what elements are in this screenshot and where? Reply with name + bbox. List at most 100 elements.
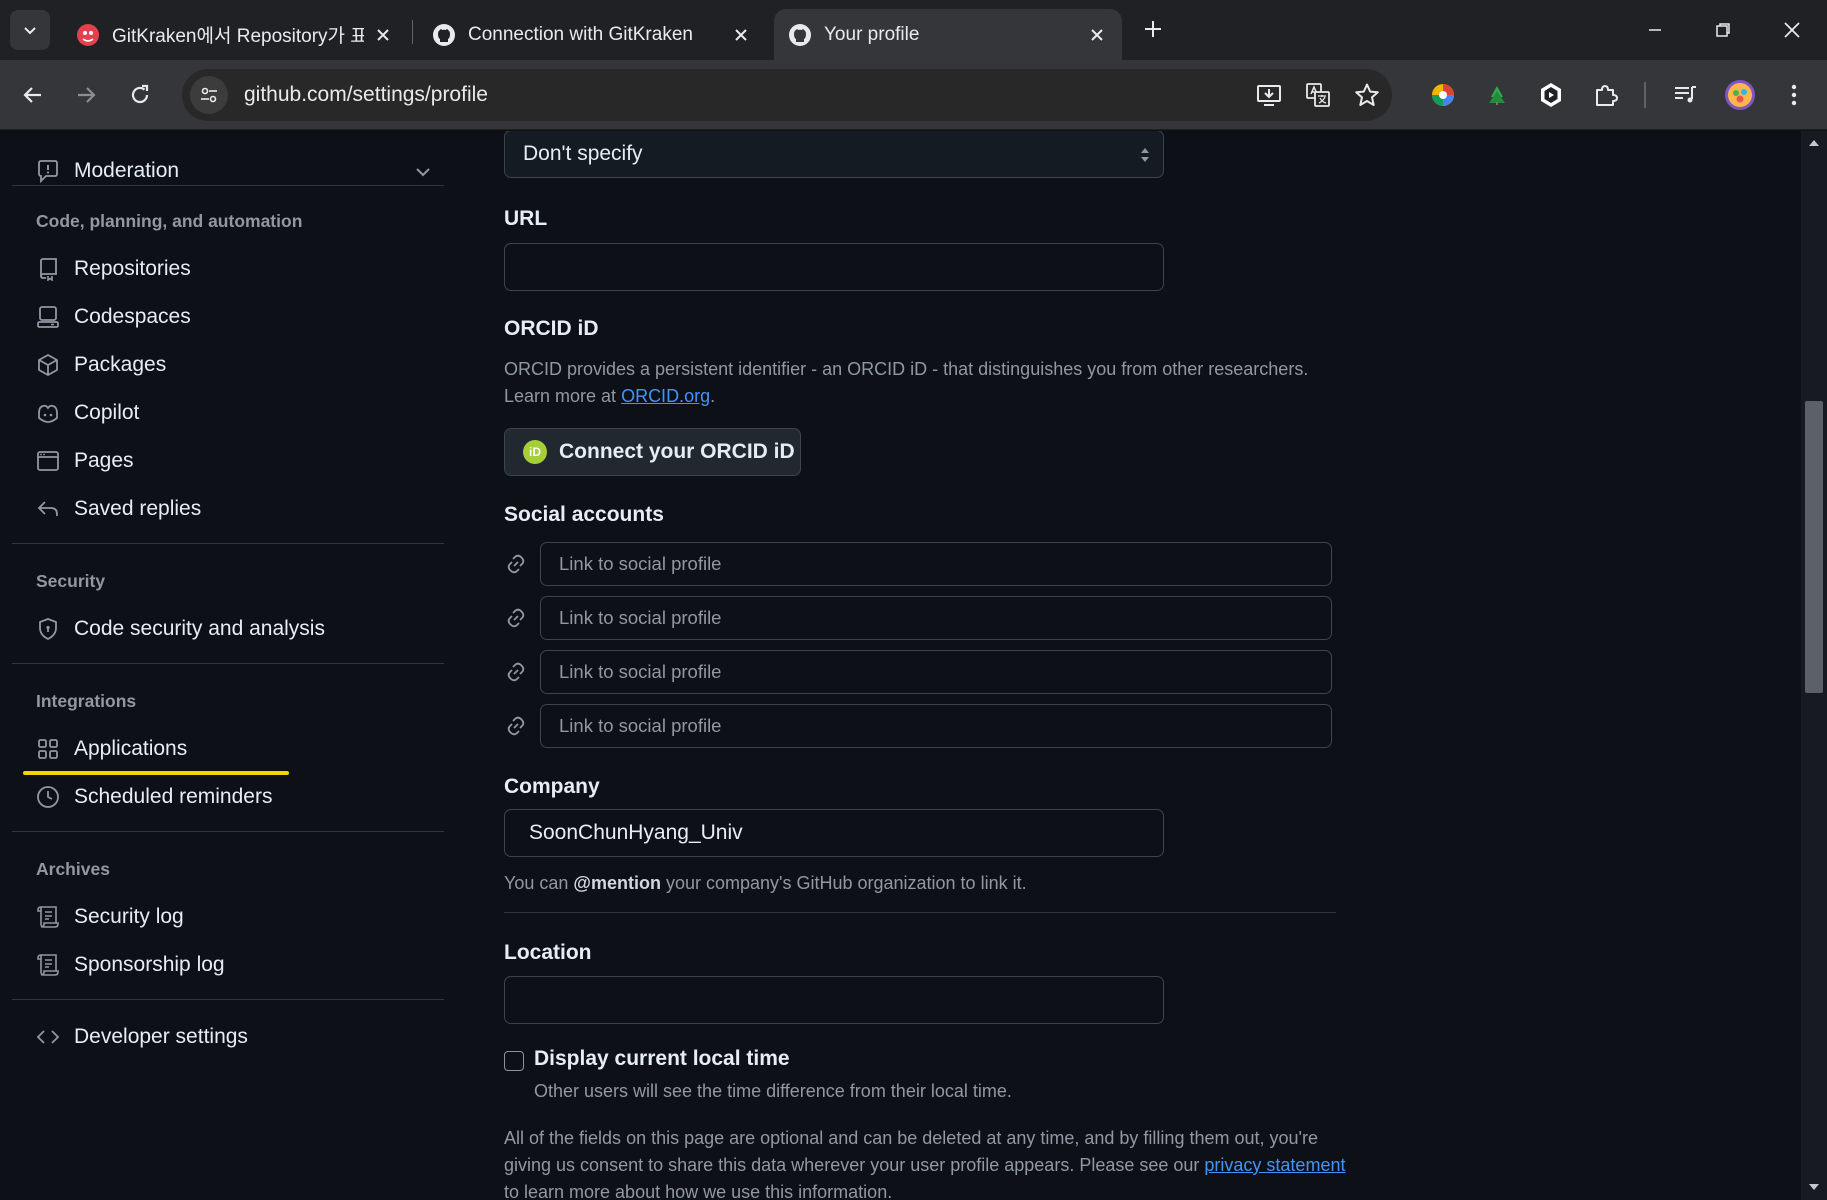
sidebar-item-saved-replies[interactable]: Saved replies bbox=[36, 489, 201, 529]
social-profile-input[interactable]: Link to social profile bbox=[540, 704, 1332, 748]
location-input[interactable] bbox=[504, 976, 1164, 1024]
connect-orcid-button[interactable]: iD Connect your ORCID iD bbox=[504, 428, 801, 476]
url-input[interactable] bbox=[504, 243, 1164, 291]
back-button[interactable] bbox=[13, 75, 53, 115]
tree-icon bbox=[1489, 86, 1505, 105]
section-heading-code: Code, planning, and automation bbox=[36, 211, 303, 231]
footer-line: to learn more about how we use this info… bbox=[504, 1182, 893, 1200]
gitkraken-favicon-icon bbox=[77, 23, 99, 46]
translate-button[interactable] bbox=[1301, 78, 1335, 112]
apps-grid-icon bbox=[36, 737, 60, 761]
url-text: github.com/settings/profile bbox=[244, 83, 488, 106]
input-placeholder: Link to social profile bbox=[559, 607, 722, 628]
orcid-icon: iD bbox=[523, 440, 547, 464]
sidebar-item-label: Security log bbox=[74, 905, 184, 928]
sidebar-item-pages[interactable]: Pages bbox=[36, 441, 134, 481]
sidebar-item-codespaces[interactable]: Codespaces bbox=[36, 297, 191, 337]
bookmark-star-button[interactable] bbox=[1350, 78, 1384, 112]
sidebar-item-label: Applications bbox=[74, 737, 188, 760]
sidebar-item-repositories[interactable]: Repositories bbox=[36, 249, 191, 289]
extensions-button[interactable] bbox=[1586, 75, 1626, 115]
sidebar-item-sponsorship-log[interactable]: Sponsorship log bbox=[36, 945, 225, 985]
extension-colorful-button[interactable] bbox=[1423, 75, 1463, 115]
browser-tab-connection[interactable]: Connection with GitKraken bbox=[418, 9, 766, 60]
minimize-button[interactable] bbox=[1630, 10, 1680, 50]
more-vertical-icon bbox=[1791, 84, 1797, 106]
scroll-up-arrow-icon[interactable] bbox=[1808, 137, 1820, 149]
close-window-button[interactable] bbox=[1767, 10, 1817, 50]
sidebar-item-packages[interactable]: Packages bbox=[36, 345, 166, 385]
browser-tab-gitkraken-repo[interactable]: GitKraken에서 Repository가 표 bbox=[62, 9, 408, 60]
sidebar-item-label: Copilot bbox=[74, 401, 140, 424]
sidebar-item-label: Scheduled reminders bbox=[74, 785, 273, 808]
social-profile-input[interactable]: Link to social profile bbox=[540, 542, 1332, 586]
toolbar-separator bbox=[1644, 82, 1646, 108]
social-account-row: Link to social profile bbox=[504, 650, 1336, 694]
install-icon bbox=[1257, 85, 1281, 106]
avatar-icon bbox=[1725, 80, 1755, 110]
browser-tab-your-profile[interactable]: Your profile bbox=[774, 9, 1122, 60]
close-icon[interactable] bbox=[372, 24, 394, 46]
link-icon bbox=[507, 716, 525, 736]
tab-title: Connection with GitKraken bbox=[468, 23, 693, 45]
forward-button[interactable] bbox=[66, 75, 106, 115]
link-icon bbox=[507, 554, 525, 574]
pronouns-select[interactable]: Don't specify bbox=[504, 131, 1164, 178]
browser-window-icon bbox=[36, 449, 60, 473]
sidebar-item-label: Saved replies bbox=[74, 497, 202, 520]
sidebar-item-security-log[interactable]: Security log bbox=[36, 897, 184, 937]
local-time-note: Other users will see the time difference… bbox=[534, 1081, 1012, 1101]
copilot-icon bbox=[36, 401, 60, 425]
scrollbar-thumb[interactable] bbox=[1805, 401, 1823, 693]
chevron-down-icon[interactable] bbox=[414, 163, 432, 187]
privacy-statement-link[interactable]: privacy statement bbox=[1204, 1155, 1345, 1175]
github-favicon-icon bbox=[789, 23, 811, 46]
orcid-link[interactable]: ORCID.org bbox=[621, 386, 710, 406]
profile-avatar-button[interactable] bbox=[1720, 75, 1760, 115]
address-bar[interactable]: github.com/settings/profile bbox=[182, 69, 1392, 121]
close-icon[interactable] bbox=[730, 24, 752, 46]
reload-button[interactable] bbox=[120, 75, 160, 115]
report-icon bbox=[36, 159, 60, 183]
tab-search-button[interactable] bbox=[10, 10, 50, 50]
social-profile-input[interactable]: Link to social profile bbox=[540, 596, 1332, 640]
extension-tree-button[interactable] bbox=[1477, 75, 1517, 115]
github-favicon-icon bbox=[433, 23, 455, 46]
close-icon[interactable] bbox=[1086, 24, 1108, 46]
translate-icon bbox=[1306, 83, 1330, 107]
sort-caret-icon bbox=[1141, 148, 1149, 162]
browser-menu-button[interactable] bbox=[1774, 75, 1814, 115]
display-local-time-label[interactable]: Display current local time bbox=[534, 1047, 790, 1071]
input-placeholder: Link to social profile bbox=[559, 715, 722, 736]
media-controls-button[interactable] bbox=[1665, 75, 1705, 115]
arrow-right-icon bbox=[78, 87, 96, 103]
link-icon bbox=[507, 608, 525, 628]
page-scrollbar[interactable] bbox=[1801, 131, 1827, 1200]
sidebar-item-copilot[interactable]: Copilot bbox=[36, 393, 139, 433]
company-note-mention: @mention bbox=[573, 873, 661, 893]
company-input[interactable]: SoonChunHyang_Univ bbox=[504, 809, 1164, 857]
social-account-row: Link to social profile bbox=[504, 596, 1336, 640]
privacy-footer: All of the fields on this page are optio… bbox=[504, 1125, 1404, 1200]
site-info-button[interactable] bbox=[190, 76, 228, 114]
install-app-button[interactable] bbox=[1252, 78, 1286, 112]
scroll-down-arrow-icon[interactable] bbox=[1808, 1181, 1820, 1193]
extension-play-button[interactable] bbox=[1531, 75, 1571, 115]
sidebar-item-scheduled-reminders[interactable]: Scheduled reminders bbox=[36, 777, 272, 817]
tune-icon bbox=[201, 87, 217, 103]
display-local-time-checkbox[interactable] bbox=[504, 1051, 524, 1071]
social-profile-input[interactable]: Link to social profile bbox=[540, 650, 1332, 694]
log-icon bbox=[36, 953, 60, 977]
company-note-suffix: your company's GitHub organization to li… bbox=[660, 873, 1027, 893]
social-accounts-label: Social accounts bbox=[504, 503, 664, 526]
sidebar-item-applications[interactable]: Applications bbox=[36, 729, 187, 769]
orcid-description-text: ORCID provides a persistent identifier -… bbox=[504, 359, 1309, 379]
sidebar-item-label: Sponsorship log bbox=[74, 953, 225, 976]
log-icon bbox=[36, 905, 60, 929]
sidebar-item-developer-settings[interactable]: Developer settings bbox=[36, 1017, 248, 1057]
sidebar-item-code-security[interactable]: Code security and analysis bbox=[36, 609, 325, 649]
restore-button[interactable] bbox=[1698, 10, 1748, 50]
orcid-learn-prefix: Learn more at bbox=[504, 386, 622, 406]
star-icon bbox=[1355, 83, 1379, 106]
new-tab-button[interactable] bbox=[1136, 12, 1170, 46]
